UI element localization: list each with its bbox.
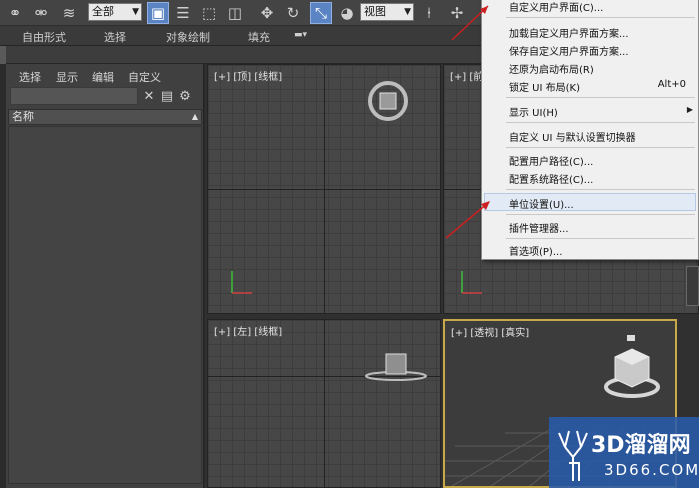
explorer-menu-select[interactable]: 选择 [19,69,41,85]
viewcube-icon[interactable] [601,335,663,401]
menu-item-user-paths[interactable]: 配置用户路径(C)... [509,153,593,168]
reference-coord-value: 视图 [364,5,386,18]
menu-separator [506,238,695,239]
explorer-object-list[interactable] [8,126,202,484]
select-object-icon[interactable]: ▣ [147,2,169,24]
explorer-search-input[interactable] [10,87,138,105]
filter-icon[interactable]: ▤ [158,87,176,105]
menu-item-load-ui-scheme[interactable]: 加载自定义用户界面方案... [509,25,629,40]
explorer-menu-edit[interactable]: 编辑 [92,69,114,85]
chevron-down-icon: ▼ [132,7,139,17]
panel-edge [0,46,6,64]
tab-selection[interactable]: 选择 [104,29,126,45]
tab-object-paint[interactable]: 对象绘制 [166,29,210,45]
bind-icon[interactable]: ≋ [58,2,80,24]
menu-item-preferences[interactable]: 首选项(P)... [509,243,562,258]
menu-item-lock-ui-layout[interactable]: 锁定 UI 布局(K) [509,79,580,94]
watermark: 3D溜溜网 3D66.COM [549,417,699,488]
sort-up-icon: ▲ [191,112,198,121]
axis-gizmo-icon [231,271,252,294]
menu-separator [506,147,695,148]
lock-ui-shortcut: Alt+0 [657,79,686,90]
reference-coord-dropdown[interactable]: 视图 ▼ [360,3,414,21]
close-icon[interactable]: ✕ [140,87,158,105]
menu-separator [506,189,695,190]
menu-separator [506,122,695,123]
scene-explorer: 选择 显示 编辑 自定义 ✕ ▤ ⚙ 名称 ▲ [6,64,204,488]
viewport-perspective-label[interactable]: [+] [透视] [真实] [451,324,529,339]
chevron-down-icon: ▼ [404,7,411,17]
menu-item-revert-layout[interactable]: 还原为启动布局(R) [509,61,594,76]
watermark-url: 3D66.COM [604,461,699,479]
options-icon[interactable]: ⚙ [176,87,194,105]
move-icon[interactable]: ✥ [256,2,278,24]
viewport-front-label[interactable]: [+] [前 [450,68,483,83]
menu-separator [506,97,695,98]
menu-item-units-setup[interactable]: 单位设置(U)... [509,196,574,211]
column-header-name: 名称 [12,110,34,123]
viewcube-icon[interactable] [366,79,410,123]
scale-icon[interactable]: ⤡ [310,2,332,24]
menu-separator [506,214,695,215]
deer-logo-icon [558,430,588,481]
viewport-left-label[interactable]: [+] [左] [线框] [214,323,282,338]
window-crossing-icon[interactable]: ◫ [224,2,246,24]
mirror-icon[interactable]: ⍿ [418,2,440,24]
menu-separator [506,17,695,18]
chevron-right-icon: ▶ [686,105,693,114]
tab-freeform[interactable]: 自由形式 [22,29,66,45]
rotate-icon[interactable]: ↻ [282,2,304,24]
dropdown-icon[interactable]: ▬▾ [294,30,307,40]
explorer-menu-display[interactable]: 显示 [56,69,78,85]
pivot-icon[interactable]: ◕ [336,2,358,24]
axis-gizmo-icon [461,271,482,294]
command-panel-edge[interactable] [686,266,699,306]
explorer-menu-customize[interactable]: 自定义 [128,69,161,85]
explorer-column-header[interactable]: 名称 ▲ [8,109,202,125]
grid-axis [324,320,325,487]
menu-item-system-paths[interactable]: 配置系统路径(C)... [509,171,593,186]
menu-item-customize-ui[interactable]: 自定义用户界面(C)... [509,0,603,14]
rect-selection-icon[interactable]: ⬚ [198,2,220,24]
viewport-top-label[interactable]: [+] [顶] [线框] [214,68,282,83]
align-icon[interactable]: ✢ [446,2,468,24]
customize-menu: 自定义用户界面(C)... 加载自定义用户界面方案... 保存自定义用户界面方案… [481,0,699,260]
tab-populate[interactable]: 填充 [248,29,270,45]
watermark-title: 3D溜溜网 [591,433,691,458]
selection-filter-dropdown[interactable]: 全部 ▼ [88,3,142,21]
select-by-name-icon[interactable]: ☰ [172,2,194,24]
viewport-top[interactable]: [+] [顶] [线框] [207,64,441,314]
menu-item-save-ui-scheme[interactable]: 保存自定义用户界面方案... [509,43,629,58]
viewport-left[interactable]: [+] [左] [线框] [207,319,441,488]
viewcube-icon[interactable] [362,348,430,386]
grid-axis [324,65,325,313]
link-icon[interactable]: ⚭ [4,2,26,24]
menu-item-show-ui[interactable]: 显示 UI(H) [509,104,558,119]
unlink-icon[interactable]: ⚮ [30,2,52,24]
menu-item-ui-defaults-switcher[interactable]: 自定义 UI 与默认设置切换器 [509,129,636,144]
selection-filter-value: 全部 [92,5,114,18]
menu-item-plugin-manager[interactable]: 插件管理器... [509,220,569,235]
